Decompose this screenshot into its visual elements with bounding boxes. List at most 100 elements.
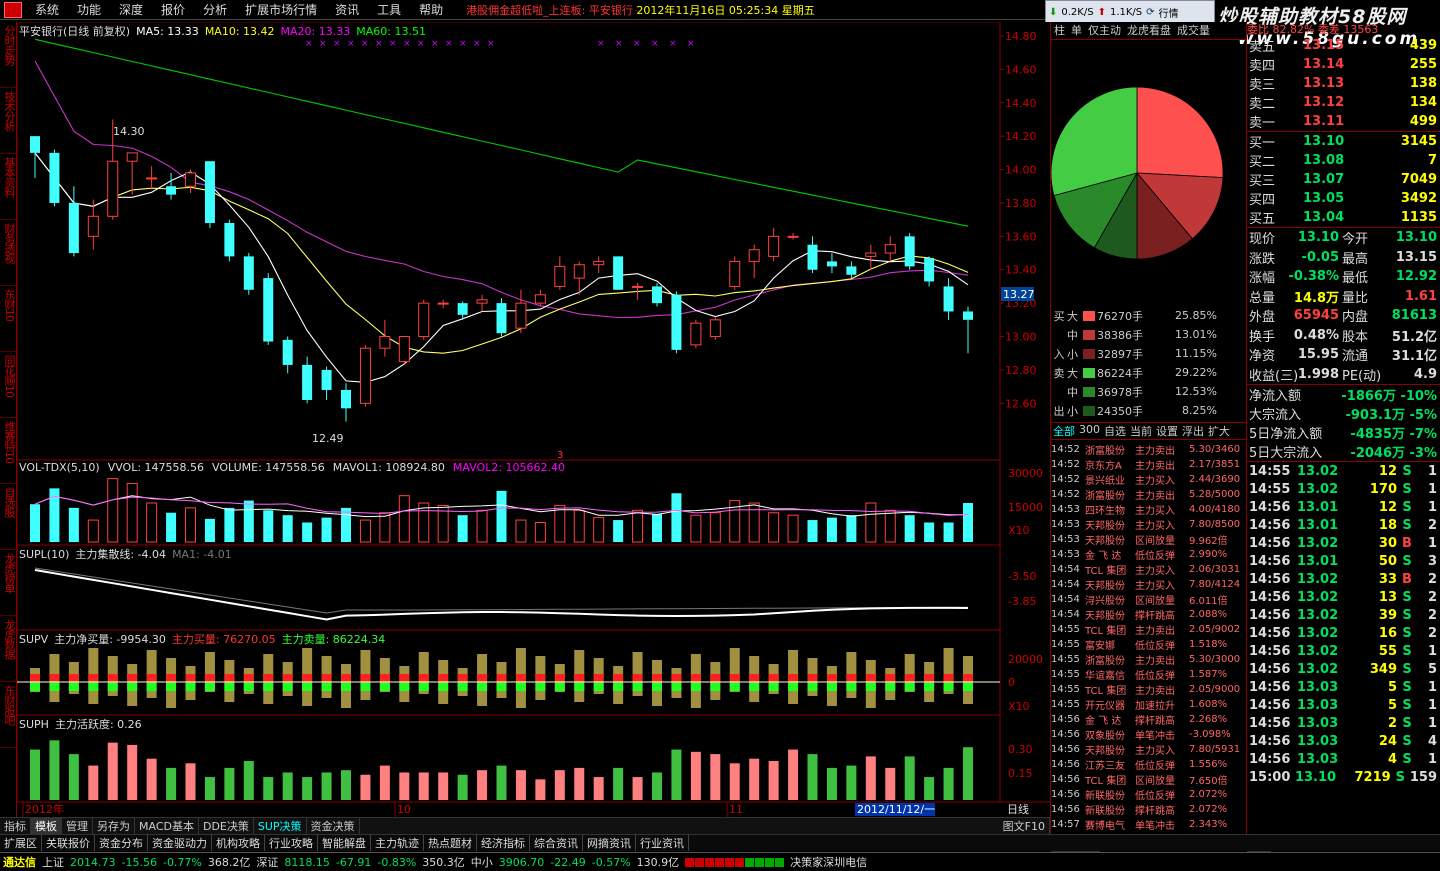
news-time: 14:56 [1051,789,1080,800]
news-row[interactable]: 14:55 富安娜 低位反弹 1.518% [1051,637,1247,652]
volume-bar [185,507,196,543]
extension-tab-3[interactable]: 资金驱动力 [148,835,212,851]
news-tab-1[interactable]: 300 [1077,423,1102,439]
news-row[interactable]: 14:54 TCL 集团 主力买入 2.06/3031 [1051,562,1247,577]
indicator-tab-4[interactable]: MACD基本 [135,818,199,834]
news-row[interactable]: 14:55 TCL 集团 主力卖出 2.05/9000 [1051,682,1247,697]
suph-bar [865,756,876,800]
extension-tab-6[interactable]: 智能解盘 [318,835,371,851]
period-label[interactable]: 日线 [1007,802,1029,816]
suph-bar [496,765,507,800]
extension-tab-1[interactable]: 关联报价 [42,835,95,851]
menu-tools[interactable]: 工具 [368,1,410,18]
menu-quote[interactable]: 报价 [152,1,194,18]
news-tab-2[interactable]: 自选 [1102,423,1128,439]
menu-system[interactable]: 系统 [26,1,68,18]
left-tab-2[interactable]: 基本资料 [0,154,18,220]
menu-analysis[interactable]: 分析 [194,1,236,18]
mid-tab-0[interactable]: 柱 [1051,22,1068,39]
news-row[interactable]: 14:53 四环生物 主力买入 4.00/4180 [1051,502,1247,517]
news-row[interactable]: 14:52 京东方A 主力卖出 2.17/3851 [1051,457,1247,472]
f10-button[interactable]: 图文F10 [999,818,1050,834]
quote-label[interactable]: 行情 [1159,5,1179,20]
news-row[interactable]: 14:56 TCL 集团 区间放量 7.650倍 [1051,772,1247,787]
extension-tab-0[interactable]: 扩展区 [0,835,42,851]
menu-depth[interactable]: 深度 [110,1,152,18]
news-row[interactable]: 14:55 华谊嘉信 低位反弹 1.587% [1051,667,1247,682]
extension-tab-12[interactable]: 行业资讯 [636,835,689,851]
news-row[interactable]: 14:55 浙富股份 主力卖出 5.30/3000 [1051,652,1247,667]
left-tab-3[interactable]: 财务透视 [0,220,18,286]
indicator-tab-7[interactable]: 资金决策 [307,818,360,834]
sz-index-name[interactable]: 深证 [253,854,281,870]
news-row[interactable]: 14:56 新联股份 低位反弹 2.072% [1051,787,1247,802]
zx-index-name[interactable]: 中小 [468,854,496,870]
news-row[interactable]: 14:54 天邦股份 撑杆跳高 2.088% [1051,607,1247,622]
kline-chart-area[interactable]: 14.80 14.60 14.40 14.20 14.00 13.80 13.60 13.40… [17,22,1050,817]
news-tab-6[interactable]: 扩大 [1206,423,1232,439]
news-row[interactable]: 14:56 江苏三友 低位反弹 1.556% [1051,757,1247,772]
supv-main-sell [807,683,818,691]
news-tab-5[interactable]: 浮出 [1180,423,1206,439]
left-tab-5[interactable]: 同花顺10 [0,352,18,418]
left-tab-9[interactable]: 龙虎数据 [0,616,18,682]
extension-tab-10[interactable]: 综合资讯 [530,835,583,851]
bid-volume: 1135 [1400,210,1437,225]
tick-count: 1 [1427,463,1437,479]
left-tab-8[interactable]: 龙虎榜单 [0,550,18,616]
news-row[interactable]: 14:55 开元仪器 加速拉升 1.608% [1051,697,1247,712]
news-tab-0[interactable]: 全部 [1051,423,1077,439]
stat-value: 14.8万 [1293,290,1339,306]
kline-chart-svg[interactable]: 14.80 14.60 14.40 14.20 14.00 13.80 13.60 13.40… [17,22,1050,817]
indicator-tab-1[interactable]: 模板 [31,818,62,834]
volume-bar [87,519,99,543]
menu-function[interactable]: 功能 [68,1,110,18]
indicator-tab-0[interactable]: 指标 [0,818,31,834]
news-row[interactable]: 14:52 浙富股份 主力卖出 5.28/5000 [1051,487,1247,502]
news-tab-4[interactable]: 设置 [1154,423,1180,439]
mid-tab-3[interactable]: 龙虎看盘 [1124,22,1174,39]
news-row[interactable]: 14:54 天邦股份 主力买入 7.80/4124 [1051,577,1247,592]
left-tab-10[interactable]: 东财股吧 [0,682,18,748]
news-row[interactable]: 14:52 景兴纸业 主力买入 2.44/3690 [1051,472,1247,487]
extension-tab-2[interactable]: 资金分布 [95,835,148,851]
sh-index-name[interactable]: 上证 [39,854,67,870]
extension-tab-4[interactable]: 机构攻略 [212,835,265,851]
menu-help[interactable]: 帮助 [410,1,452,18]
left-tab-4[interactable]: 东财10 [0,286,18,352]
news-row[interactable]: 14:53 天邦股份 主力买入 7.80/8500 [1051,517,1247,532]
left-tab-1[interactable]: 技术分析 [0,88,18,154]
news-row[interactable]: 14:57 赛博电气 单笔冲击 2.343% [1051,817,1247,832]
indicator-tab-2[interactable]: 管理 [62,818,93,834]
news-row[interactable]: 14:56 新联股份 撑杆跳高 2.072% [1051,802,1247,817]
mid-tab-4[interactable]: 成交量 [1174,22,1213,39]
indicator-tab-6[interactable]: SUP决策 [254,818,307,834]
left-tab-0[interactable]: 分时走势 [0,22,18,88]
refresh-icon[interactable]: ⟳ [1146,7,1154,18]
news-row[interactable]: 14:56 天邦股份 主力买入 7.80/5931 [1051,742,1247,757]
indicator-tab-3[interactable]: 另存为 [93,818,135,834]
news-row[interactable]: 14:56 双象股份 单笔冲击 -3.098% [1051,727,1247,742]
news-tab-3[interactable]: 当前 [1128,423,1154,439]
news-row[interactable]: 14:54 浔兴股份 区间放量 6.011倍 [1051,592,1247,607]
news-row[interactable]: 14:55 TCL 集团 主力卖出 2.05/9002 [1051,622,1247,637]
marquee-ticker[interactable]: 港股佣金超低啦_上连板: 平安银行 2012年11月16日 05:25:34 星… [466,2,815,18]
news-row[interactable]: 14:53 天邦股份 区间放量 9.962倍 [1051,532,1247,547]
price-tick: 14.20 [1005,130,1037,143]
news-row[interactable]: 14:53 金 飞 达 低位反弹 2.990% [1051,547,1247,562]
left-tab-6[interactable]: 维赛特10 [0,418,18,484]
extension-tab-8[interactable]: 热点题材 [424,835,477,851]
news-row[interactable]: 14:52 浙富股份 主力卖出 5.30/3460 [1051,442,1247,457]
left-tab-7[interactable]: 自选股 [0,484,18,550]
menu-info[interactable]: 资讯 [326,1,368,18]
indicator-tab-5[interactable]: DDE决策 [199,818,254,834]
news-row[interactable]: 14:56 金 飞 达 撑杆跳高 2.268% [1051,712,1247,727]
extension-tab-5[interactable]: 行业攻略 [265,835,318,851]
extension-tab-9[interactable]: 经济指标 [477,835,530,851]
mid-tab-2[interactable]: 仅主动 [1085,22,1124,39]
extension-tab-11[interactable]: 网摘资讯 [583,835,636,851]
mid-tab-1[interactable]: 单 [1068,22,1085,39]
suph-tick: 0.15 [1008,767,1033,780]
menu-ext-market[interactable]: 扩展市场行情 [236,1,326,18]
extension-tab-7[interactable]: 主力轨迹 [371,835,424,851]
